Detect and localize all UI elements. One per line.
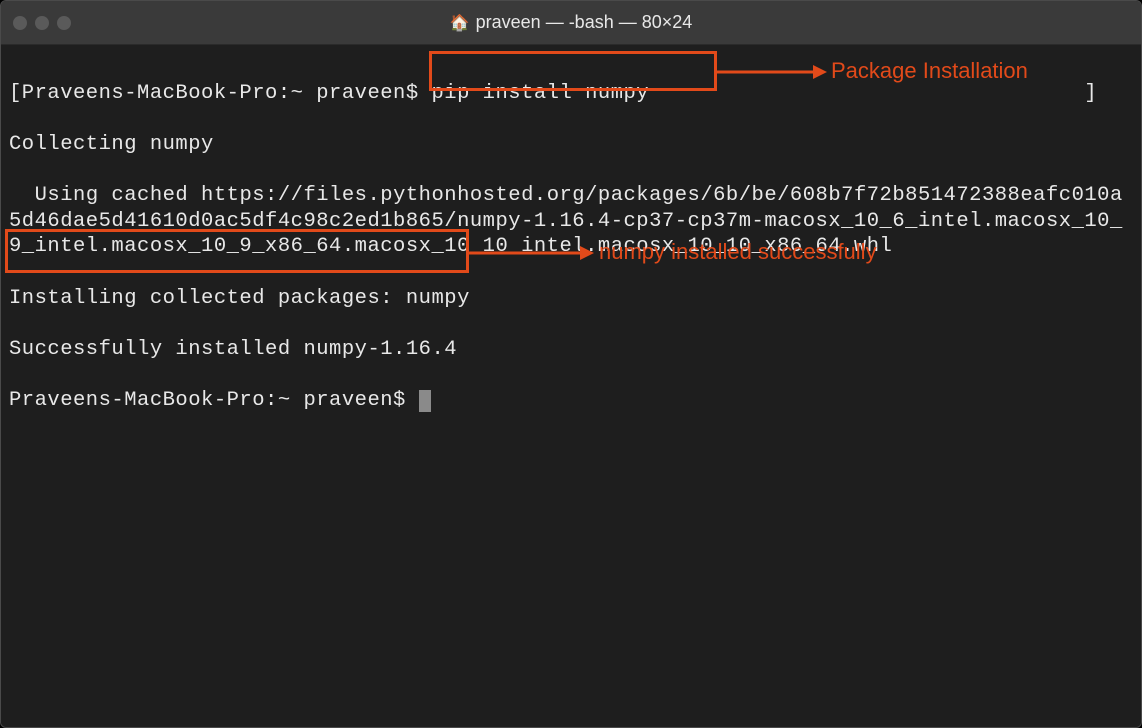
output-installing: Installing collected packages: numpy [9,286,1133,312]
window-title: 🏠 praveen — -bash — 80×24 [450,12,693,33]
terminal-content[interactable]: [Praveens-MacBook-Pro:~ praveen$ pip ins… [1,45,1141,727]
command-text: pip install numpy [431,82,649,105]
title-bar: 🏠 praveen — -bash — 80×24 [1,1,1141,45]
prompt-text: Praveens-MacBook-Pro:~ praveen$ [9,389,419,412]
annotation-package-install: Package Installation [831,58,1028,84]
cursor [419,390,431,412]
prompt-line-1: [Praveens-MacBook-Pro:~ praveen$ pip ins… [9,81,1133,107]
home-icon: 🏠 [450,13,470,33]
zoom-button[interactable] [57,16,71,30]
window-title-text: praveen — -bash — 80×24 [476,12,693,33]
prompt-suffix: ] [649,82,1097,105]
prompt-line-2: Praveens-MacBook-Pro:~ praveen$ [9,388,1133,414]
output-success: Successfully installed numpy-1.16.4 [9,337,1133,363]
terminal-window: 🏠 praveen — -bash — 80×24 [Praveens-MacB… [0,0,1142,728]
close-button[interactable] [13,16,27,30]
output-cached: Using cached https://files.pythonhosted.… [9,183,1133,260]
annotation-success: numpy installed successfully [599,239,877,265]
minimize-button[interactable] [35,16,49,30]
traffic-lights [13,16,71,30]
output-collecting: Collecting numpy [9,132,1133,158]
prompt-prefix: [Praveens-MacBook-Pro:~ praveen$ [9,82,431,105]
